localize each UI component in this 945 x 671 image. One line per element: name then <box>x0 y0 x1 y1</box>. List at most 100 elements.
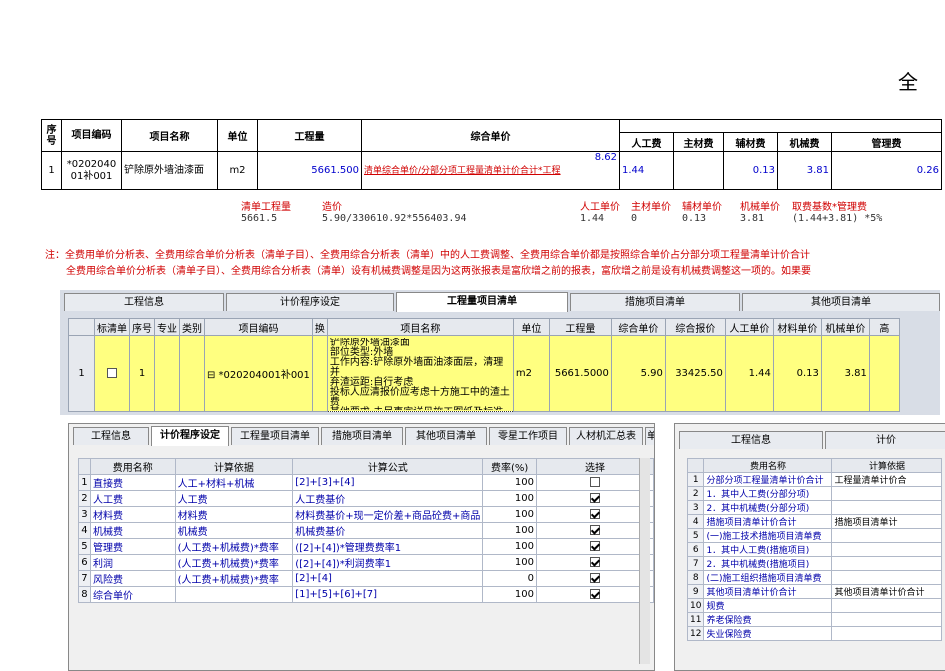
row-select[interactable] <box>536 506 654 523</box>
row-rate[interactable]: 100 <box>482 554 537 571</box>
tab-other-bill[interactable]: 其他项目清单 <box>405 427 487 445</box>
row-basis[interactable]: 措施项目清单计 <box>831 514 943 529</box>
row-basis[interactable]: 其他项目清单计价合计 <box>831 584 943 599</box>
row-basis[interactable]: 工程量清单计价合 <box>831 472 943 487</box>
row-fee-name[interactable]: 2．其中机械费(措施项目) <box>703 556 833 571</box>
table-row[interactable]: 4 措施项目清单计价合计 措施项目清单计 <box>686 514 943 529</box>
procedure-scrollbar[interactable] <box>639 458 650 664</box>
table-row[interactable]: 3 2．其中机械费(分部分项) <box>686 500 943 515</box>
row-basis[interactable]: 人工费 <box>174 490 294 507</box>
tab-quantity-bill[interactable]: 工程量项目清单 <box>231 427 319 445</box>
row-basis[interactable] <box>831 612 943 627</box>
select-checkbox[interactable] <box>590 573 600 583</box>
table-row[interactable]: 2 人工费 人工费 人工费基价 100 <box>78 490 654 507</box>
row-select[interactable] <box>536 586 654 603</box>
row-fee-name[interactable]: 1．其中人工费(分部分项) <box>703 486 833 501</box>
tab-quantity-bill[interactable]: 工程量项目清单 <box>396 292 568 312</box>
row-formula[interactable]: 材料费基价+现一定价差+商品砼费+商品 <box>292 506 484 523</box>
table-row[interactable]: 7 风险费 (人工费+机械费)*费率 [2]+[4] 0 <box>78 570 654 587</box>
row-basis[interactable] <box>831 500 943 515</box>
row-fee-name[interactable]: 直接费 <box>89 474 176 491</box>
row-fee-name[interactable]: 利润 <box>89 554 176 571</box>
row-fee-name[interactable]: 机械费 <box>89 522 176 539</box>
row-formula[interactable]: [1]+[5]+[6]+[7] <box>292 586 484 603</box>
row-formula[interactable]: 人工费基价 <box>292 490 484 507</box>
row-basis[interactable] <box>831 626 943 641</box>
tab-other-bill[interactable]: 其他项目清单 <box>742 293 940 311</box>
table-row[interactable]: 11 养老保险费 <box>686 612 943 627</box>
tab-resource-summary[interactable]: 人材机汇总表 <box>569 427 643 445</box>
row-flag-checkbox[interactable] <box>107 368 117 378</box>
tab-project-info[interactable]: 工程信息 <box>64 293 224 311</box>
row-basis[interactable] <box>831 486 943 501</box>
select-checkbox[interactable] <box>590 525 600 535</box>
row-formula[interactable]: [2]+[4] <box>292 570 484 587</box>
row-fee-name[interactable]: 材料费 <box>89 506 176 523</box>
row-description[interactable]: 铲除原外墙油漆面 部位类型:外墙 工作内容:铲除原外墙面油漆面层，清理并 弃渣运… <box>326 335 514 412</box>
row-fee-name[interactable]: 分部分项工程量清单计价合计 <box>703 472 833 487</box>
table-row[interactable]: 8 (二)施工组织措施项目清单费 <box>686 570 943 585</box>
row-basis[interactable]: (人工费+机械费)*费率 <box>174 538 294 555</box>
row-basis[interactable]: (人工费+机械费)*费率 <box>174 570 294 587</box>
row-formula[interactable]: ([2]+[4])*利润费率1 <box>292 554 484 571</box>
row-fee-name[interactable]: 养老保险费 <box>703 612 833 627</box>
table-row[interactable]: 6 1．其中人工费(措施项目) <box>686 542 943 557</box>
select-checkbox[interactable] <box>590 541 600 551</box>
row-select[interactable] <box>536 490 654 507</box>
row-formula[interactable]: ([2]+[4])*管理费费率1 <box>292 538 484 555</box>
row-formula[interactable]: 机械费基价 <box>292 522 484 539</box>
tab-measures-bill[interactable]: 措施项目清单 <box>321 427 403 445</box>
select-checkbox[interactable] <box>590 589 600 599</box>
row-code[interactable]: ⊟ *020204001补001 <box>204 335 313 412</box>
table-row[interactable]: 5 (一)施工技术措施项目清单费 <box>686 528 943 543</box>
row-rate[interactable]: 100 <box>482 474 537 491</box>
row-select[interactable] <box>536 474 654 491</box>
row-qty[interactable]: 5661.5000 <box>548 335 612 412</box>
row-basis[interactable]: 材料费 <box>174 506 294 523</box>
row-rate[interactable]: 0 <box>482 570 537 587</box>
row-fee-name[interactable]: 1．其中人工费(措施项目) <box>703 542 833 557</box>
row-fee-name[interactable]: (二)施工组织措施项目清单费 <box>703 570 833 585</box>
row-rate[interactable]: 100 <box>482 522 537 539</box>
row-rate[interactable]: 100 <box>482 506 537 523</box>
tab-pricing-procedure[interactable]: 计价程序设定 <box>226 293 394 311</box>
row-fee-name[interactable]: 风险费 <box>89 570 176 587</box>
select-checkbox[interactable] <box>590 493 600 503</box>
row-fee-name[interactable]: 2．其中机械费(分部分项) <box>703 500 833 515</box>
row-select[interactable] <box>536 538 654 555</box>
row-basis[interactable] <box>831 528 943 543</box>
row-formula[interactable]: [2]+[3]+[4] <box>292 474 484 491</box>
row-select[interactable] <box>536 522 654 539</box>
tab-measures-bill[interactable]: 措施项目清单 <box>570 293 740 311</box>
table-row[interactable]: 6 利润 (人工费+机械费)*费率 ([2]+[4])*利润费率1 100 <box>78 554 654 571</box>
row-select[interactable] <box>536 570 654 587</box>
table-row[interactable]: 12 失业保险费 <box>686 626 943 641</box>
row-fee-name[interactable]: 人工费 <box>89 490 176 507</box>
row-basis[interactable]: 机械费 <box>174 522 294 539</box>
table-row[interactable]: 8 综合单价 [1]+[5]+[6]+[7] 100 <box>78 586 654 603</box>
select-checkbox[interactable] <box>590 477 600 487</box>
row-fee-name[interactable]: 失业保险费 <box>703 626 833 641</box>
row-fee-name[interactable]: (一)施工技术措施项目清单费 <box>703 528 833 543</box>
tab-overflow[interactable]: 单 <box>645 427 654 445</box>
tab-project-info[interactable]: 工程信息 <box>73 427 149 445</box>
row-select[interactable] <box>536 554 654 571</box>
row-basis[interactable] <box>831 598 943 613</box>
tab-pricing[interactable]: 计价 <box>825 431 945 449</box>
tab-pricing-procedure[interactable]: 计价程序设定 <box>151 426 229 446</box>
table-row[interactable]: 7 2．其中机械费(措施项目) <box>686 556 943 571</box>
row-rate[interactable]: 100 <box>482 538 537 555</box>
row-basis[interactable] <box>831 542 943 557</box>
row-flag[interactable] <box>94 335 130 412</box>
table-row[interactable]: 1 1 ⊟ *020204001补001 铲除原外墙油漆面 部位类型:外墙 工作… <box>68 335 900 412</box>
select-checkbox[interactable] <box>590 509 600 519</box>
row-basis[interactable] <box>174 586 294 603</box>
table-row[interactable]: 4 机械费 机械费 机械费基价 100 <box>78 522 654 539</box>
table-row[interactable]: 3 材料费 材料费 材料费基价+现一定价差+商品砼费+商品 100 <box>78 506 654 523</box>
row-fee-name[interactable]: 其他项目清单计价合计 <box>703 584 833 599</box>
row-fee-name[interactable]: 管理费 <box>89 538 176 555</box>
row-basis[interactable]: 人工+材料+机械 <box>174 474 294 491</box>
row-fee-name[interactable]: 综合单价 <box>89 586 176 603</box>
row-fee-name[interactable]: 措施项目清单计价合计 <box>703 514 833 529</box>
table-row[interactable]: 5 管理费 (人工费+机械费)*费率 ([2]+[4])*管理费费率1 100 <box>78 538 654 555</box>
